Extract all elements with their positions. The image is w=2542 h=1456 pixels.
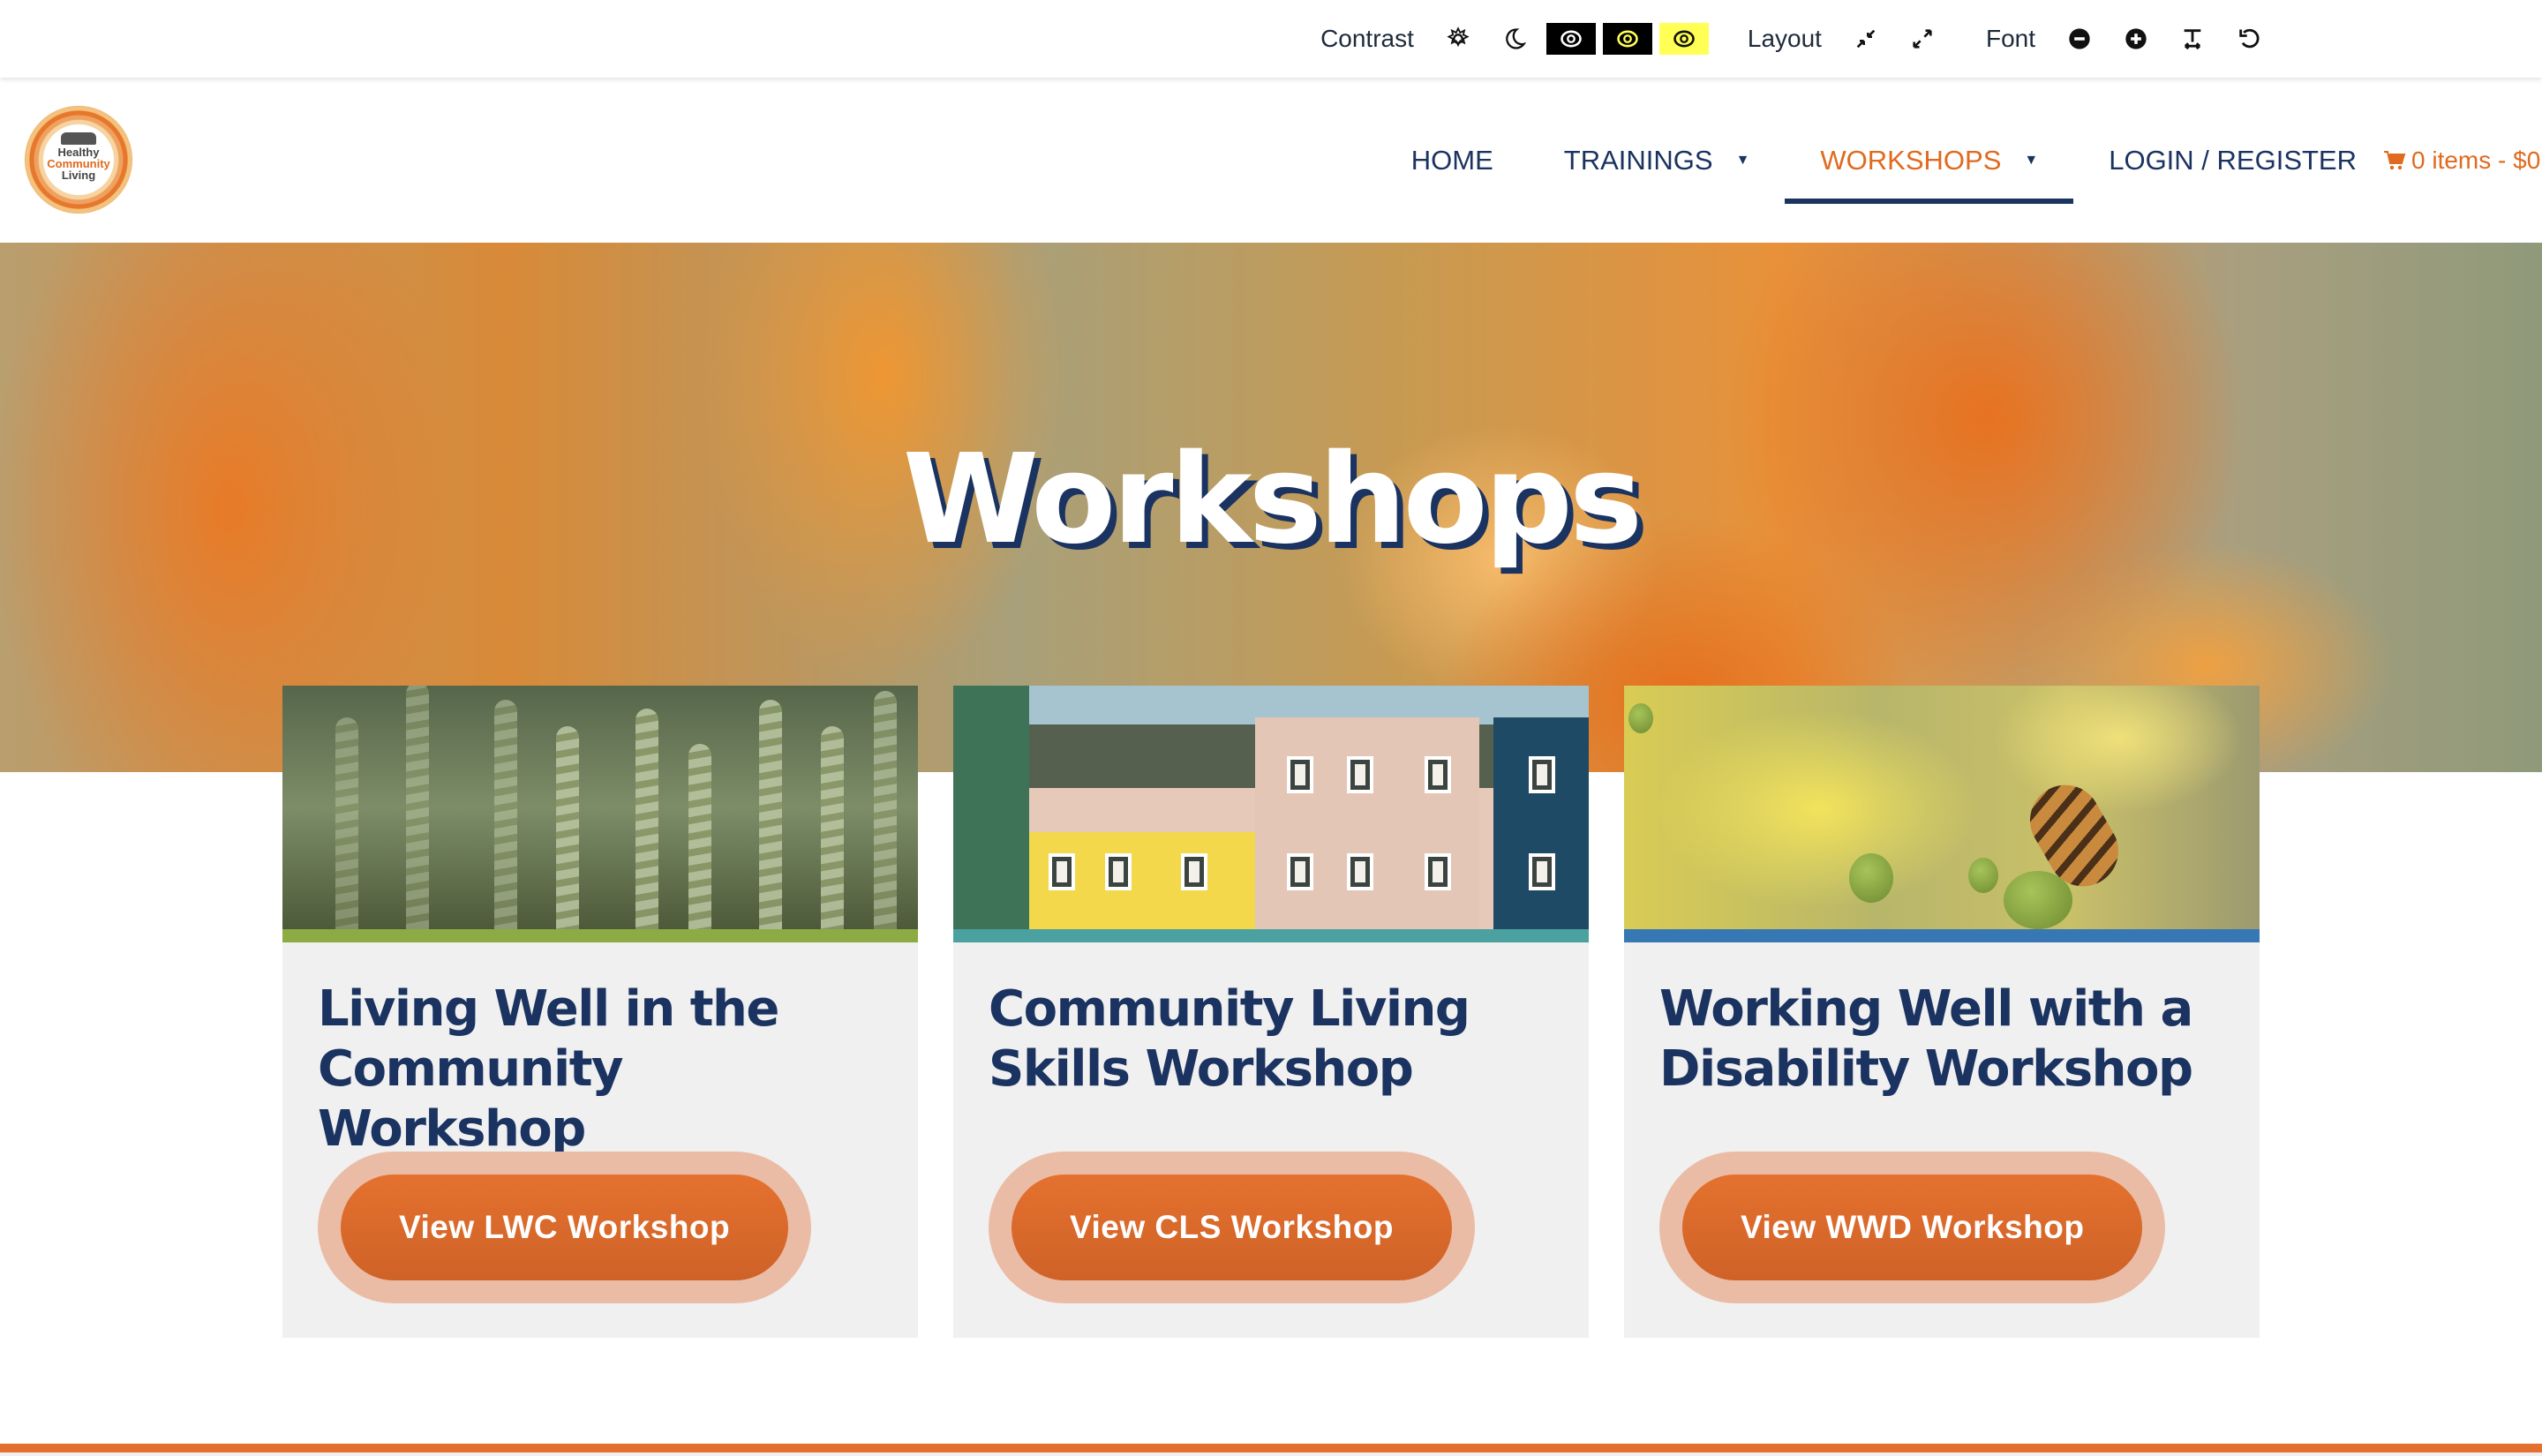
- nav-workshops[interactable]: WORKSHOPS ▼: [1785, 78, 2074, 243]
- footer-divider: [0, 1444, 2542, 1452]
- sun-gear-icon: [1447, 26, 1470, 48]
- font-group: Font: [1986, 23, 2277, 55]
- nav-login-register-label: LOGIN / REGISTER: [2109, 144, 2357, 176]
- nav-home[interactable]: HOME: [1376, 78, 1529, 243]
- contrast-black-on-yellow-button[interactable]: [1658, 23, 1709, 55]
- button-halo: View LWC Workshop: [318, 1152, 812, 1303]
- logo-line-3: Living: [61, 168, 96, 182]
- accessibility-toolbar: Contrast Layout Font: [0, 0, 2542, 78]
- site-logo[interactable]: Healthy Community Living: [25, 106, 132, 214]
- contrast-label: Contrast: [1320, 25, 1414, 52]
- eye-icon: [1561, 30, 1582, 48]
- eye-icon: [1617, 30, 1638, 48]
- main-nav: HOME TRAININGS ▼ WORKSHOPS ▼ LOGIN / REG…: [1376, 78, 2542, 243]
- nav-home-label: HOME: [1410, 144, 1493, 176]
- workshop-card-lwc: Living Well in the Community Workshop Vi…: [282, 686, 918, 1338]
- layout-group: Layout: [1748, 23, 1951, 55]
- bee-flower-image: [1624, 686, 2260, 929]
- contrast-group: Contrast: [1320, 23, 1712, 55]
- wheat-field-image: [282, 686, 918, 929]
- text-height-icon: [2184, 29, 2201, 50]
- view-lwc-workshop-button[interactable]: View LWC Workshop: [341, 1175, 789, 1280]
- font-label: Font: [1985, 25, 2035, 52]
- main-header: Healthy Community Living HOME TRAININGS …: [0, 78, 2542, 243]
- increase-font-button[interactable]: [2111, 23, 2161, 55]
- card-accent-bar: [1624, 929, 2260, 942]
- expand-arrows-icon: [1913, 29, 1932, 49]
- cart-summary: 0 items - $0: [2411, 146, 2541, 174]
- nav-workshops-label: WORKSHOPS: [1820, 144, 2002, 176]
- card-accent-bar: [953, 929, 1589, 942]
- decrease-font-button[interactable]: [2055, 23, 2104, 55]
- moon-icon: [1506, 28, 1527, 49]
- contrast-white-on-black-button[interactable]: [1546, 23, 1596, 55]
- reset-button[interactable]: [2224, 23, 2274, 55]
- button-halo: View CLS Workshop: [989, 1152, 1475, 1303]
- people-icon: [61, 131, 96, 145]
- compress-layout-button[interactable]: [1841, 23, 1891, 55]
- nav-trainings[interactable]: TRAININGS ▼: [1529, 78, 1786, 243]
- layout-label: Layout: [1747, 25, 1822, 52]
- logo-line-1: Healthy: [57, 145, 100, 159]
- card-title: Working Well with a Disability Workshop: [1659, 980, 2193, 1098]
- caret-down-icon: ▼: [1735, 152, 1750, 168]
- view-wwd-workshop-button[interactable]: View WWD Workshop: [1682, 1175, 2143, 1280]
- shopping-cart-icon: [2384, 150, 2406, 169]
- logo-line-2: Community: [47, 156, 110, 170]
- workshop-cards: Living Well in the Community Workshop Vi…: [282, 686, 2260, 1338]
- expand-layout-button[interactable]: [1898, 23, 1947, 55]
- light-mode-button[interactable]: [1433, 23, 1483, 55]
- dark-mode-button[interactable]: [1490, 23, 1539, 55]
- button-halo: View WWD Workshop: [1659, 1152, 2166, 1303]
- page-title: Workshops: [902, 428, 1643, 572]
- plus-circle-icon: [2125, 28, 2147, 49]
- row-houses-image: [953, 686, 1589, 929]
- minus-circle-icon: [2069, 28, 2090, 49]
- card-accent-bar: [282, 929, 918, 942]
- nav-login-register[interactable]: LOGIN / REGISTER: [2073, 78, 2392, 243]
- text-spacing-button[interactable]: [2168, 23, 2217, 55]
- cart-link[interactable]: 0 items - $0: [2383, 78, 2542, 243]
- nav-trainings-label: TRAININGS: [1563, 144, 1713, 176]
- workshop-card-wwd: Working Well with a Disability Workshop …: [1624, 686, 2260, 1338]
- card-title: Living Well in the Community Workshop: [318, 980, 779, 1158]
- footer-strip: [0, 1452, 2542, 1456]
- workshop-card-cls: Community Living Skills Workshop View CL…: [953, 686, 1589, 1338]
- card-title: Community Living Skills Workshop: [989, 980, 1470, 1098]
- eye-icon: [1673, 30, 1695, 48]
- compress-arrows-icon: [1856, 29, 1876, 49]
- undo-icon: [2239, 28, 2260, 49]
- contrast-yellow-on-black-button[interactable]: [1602, 23, 1652, 55]
- view-cls-workshop-button[interactable]: View CLS Workshop: [1012, 1175, 1452, 1280]
- caret-down-icon: ▼: [2024, 152, 2039, 168]
